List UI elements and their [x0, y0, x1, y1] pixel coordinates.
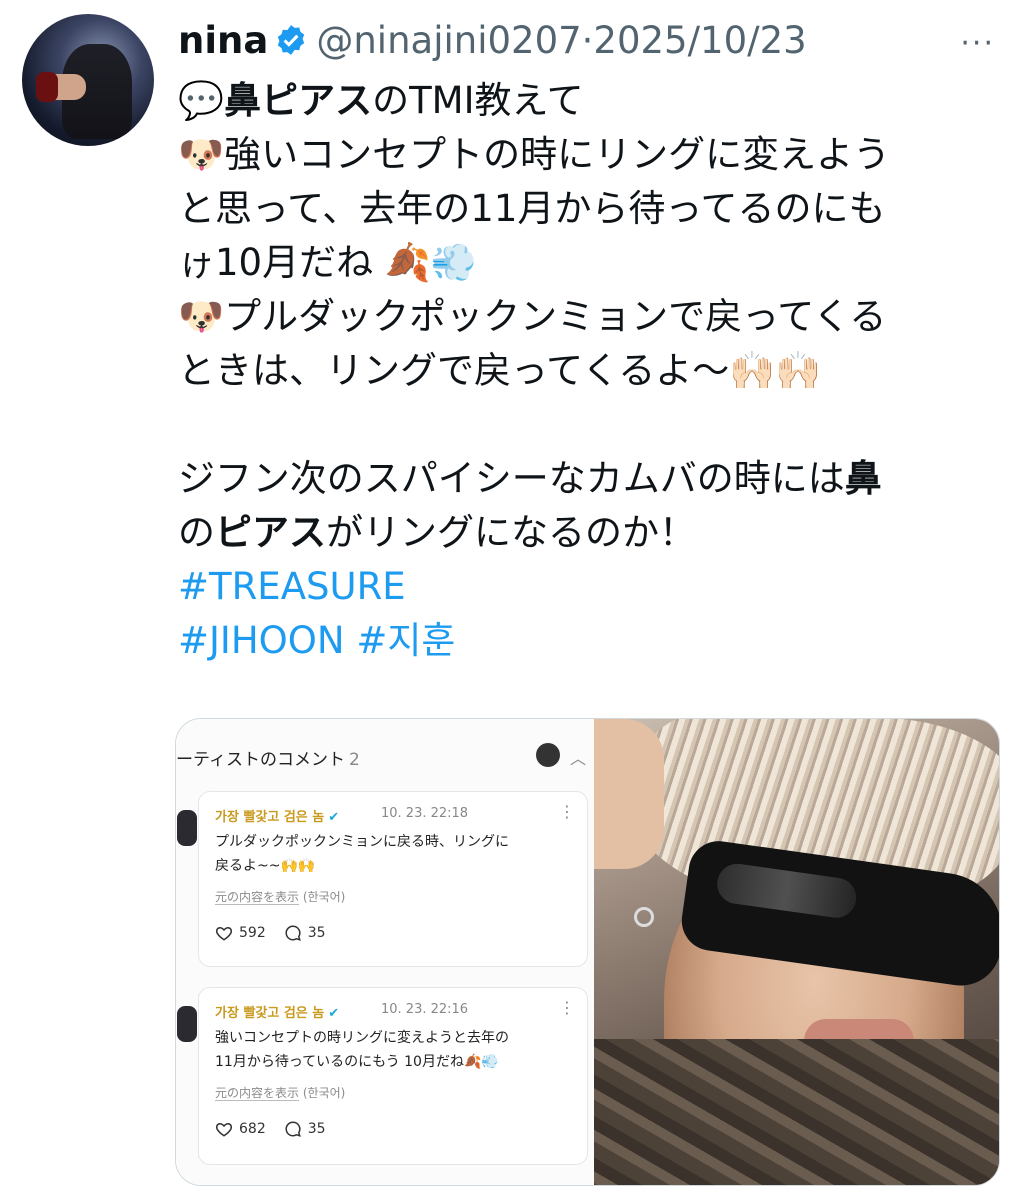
comment-author: 가장 빨갗고 검은 놈 ✔: [215, 806, 339, 825]
tweet-line-2: 🐶強いコンセプトの時にリングに変えよう: [178, 128, 998, 182]
like-count: 592: [239, 925, 266, 941]
line-text: ジフン次のスパイシーなカムバの時には: [178, 457, 845, 500]
dog-face-emoji: 🐶: [178, 133, 225, 176]
comment-bubble-icon: [285, 1121, 301, 1137]
hashtag-line-2: #JIHOON #지훈: [178, 614, 998, 668]
comment-text-line: 強いコンセプトの時リングに変えようと去年の: [215, 1030, 509, 1046]
comments-count: 2: [348, 750, 360, 770]
original-language: (한국어): [302, 890, 346, 904]
comment-author-text: 가장 빨갗고 검은 놈: [215, 810, 325, 825]
bold-text: ピアス: [215, 511, 326, 554]
comment-stats: 592 35: [215, 924, 326, 942]
view-original: 元の内容を表示 (한국어): [215, 1084, 345, 1101]
comment-avatar: [177, 810, 197, 846]
line-text: がリングになるのか！: [326, 511, 696, 554]
more-icon[interactable]: ···: [960, 26, 995, 61]
tweet-line-8: のピアスがリングになるのか！: [178, 506, 998, 560]
line-text: プルダックポックンミョンで戻ってくる: [224, 295, 887, 338]
comment-time: 10. 23. 22:16: [381, 1002, 469, 1017]
photo-jacket: [594, 1039, 999, 1185]
comment-stats: 682 35: [215, 1120, 326, 1138]
line-text: ゖ10月だね: [178, 241, 374, 284]
comment-card-1: 가장 빨갗고 검은 놈 ✔ 10. 23. 22:18 ⋮ プルダックポックンミョ…: [177, 791, 588, 967]
photo-hand: [594, 719, 664, 869]
hashtag-line-1: #TREASURE: [178, 560, 998, 614]
like-count: 682: [239, 1121, 266, 1137]
comment-avatar: [177, 1006, 197, 1042]
comment-time: 10. 23. 22:18: [381, 806, 469, 821]
comment-author-text: 가장 빨갗고 검은 놈: [215, 1006, 325, 1021]
tweet-line-3: と思って、去年の11月から待ってるのにも: [178, 182, 998, 236]
view-original-link: 元の内容を表示: [215, 890, 300, 905]
comments-title-text: ーティストのコメント: [176, 750, 345, 770]
comment-screenshot[interactable]: ーティストのコメント 2 ︿ 가장 빨갗고 검은 놈 ✔ 10. 23. 22:18…: [176, 719, 594, 1185]
tweet-line-1: 💬鼻ピアスのTMI教えて: [178, 74, 998, 128]
raising-hands-emoji: 🙌🏻🙌🏻: [729, 349, 822, 392]
comment-text: プルダックポックンミョンに戻る時、リングに 戻るよ~~🙌🙌: [215, 830, 509, 878]
verified-badge-icon: [278, 25, 305, 55]
hashtag-jihoon-korean[interactable]: #지훈: [356, 619, 455, 662]
media-card[interactable]: ーティストのコメント 2 ︿ 가장 빨갗고 검은 놈 ✔ 10. 23. 22:18…: [175, 718, 1000, 1186]
tweet-line-7: ジフン次のスパイシーなカムバの時には鼻: [178, 452, 998, 506]
profile-avatar[interactable]: [22, 14, 154, 146]
heart-icon: [215, 1122, 233, 1137]
bold-text: 鼻ピアス: [224, 79, 373, 122]
original-language: (한국어): [302, 1086, 346, 1100]
comments-title: ーティストのコメント 2: [176, 745, 360, 770]
view-original: 元の内容を表示 (한국어): [215, 888, 345, 905]
dog-face-emoji: 🐶: [178, 295, 225, 338]
heart-icon: [215, 926, 233, 941]
leaf-dash-emoji: 🍂💨: [384, 241, 477, 284]
comment-bubble-icon: [285, 925, 301, 941]
kebab-menu-icon: ⋮: [559, 802, 575, 821]
artist-avatar: [536, 743, 560, 767]
line-text: 強いコンセプトの時にリングに変えよう: [224, 133, 891, 176]
verified-check-icon: ✔: [328, 1006, 340, 1021]
avatar-glove: [36, 72, 58, 102]
view-original-link: 元の内容を表示: [215, 1086, 300, 1101]
tweet-line-4: ゖ10月だね 🍂💨: [178, 236, 998, 290]
speech-bubble-emoji: 💬: [178, 79, 225, 122]
comment-card-2: 가장 빨갗고 검은 놈 ✔ 10. 23. 22:16 ⋮ 強いコンセプトの時リン…: [177, 987, 588, 1165]
photo-earring: [634, 907, 654, 927]
comment-author: 가장 빨갗고 검은 놈 ✔: [215, 1002, 339, 1021]
comment-text-line: 11月から待っているのにもう 10月だね🍂💨: [215, 1054, 499, 1070]
line-text: のTMI教えて: [372, 79, 584, 122]
tweet-line-5: 🐶プルダックポックンミョンで戻ってくる: [178, 290, 998, 344]
line-text: と思って、去年の11月から待ってるのにも: [178, 187, 886, 230]
comment-text: 強いコンセプトの時リングに変えようと去年の 11月から待っているのにもう 10月…: [215, 1026, 509, 1074]
comment-text-line: プルダックポックンミョンに戻る時、リングに: [215, 834, 509, 850]
kebab-menu-icon: ⋮: [559, 998, 575, 1017]
bold-text: 鼻: [844, 457, 882, 500]
line-text: ときは、リングで戻ってくるよ〜: [178, 349, 730, 392]
hashtag-treasure[interactable]: #TREASURE: [178, 565, 406, 608]
tweet-body: 💬鼻ピアスのTMI教えて 🐶強いコンセプトの時にリングに変えよう と思って、去年…: [178, 74, 998, 668]
reply-count: 35: [307, 1121, 326, 1137]
tweet-line-6: ときは、リングで戻ってくるよ〜🙌🏻🙌🏻: [178, 344, 998, 398]
hashtag-jihoon[interactable]: #JIHOON: [178, 619, 345, 662]
chevron-up-icon: ︿: [570, 749, 587, 768]
handle-and-date[interactable]: @ninajini0207·2025/10/23: [316, 19, 806, 62]
tweet-header: nina @ninajini0207·2025/10/23 ···: [178, 12, 1001, 68]
line-text: の: [178, 511, 215, 554]
verified-check-icon: ✔: [328, 810, 340, 825]
display-name[interactable]: nina: [178, 19, 268, 62]
reply-count: 35: [307, 925, 326, 941]
comment-text-line: 戻るよ~~🙌🙌: [215, 858, 316, 874]
selfie-photo[interactable]: [594, 719, 999, 1185]
